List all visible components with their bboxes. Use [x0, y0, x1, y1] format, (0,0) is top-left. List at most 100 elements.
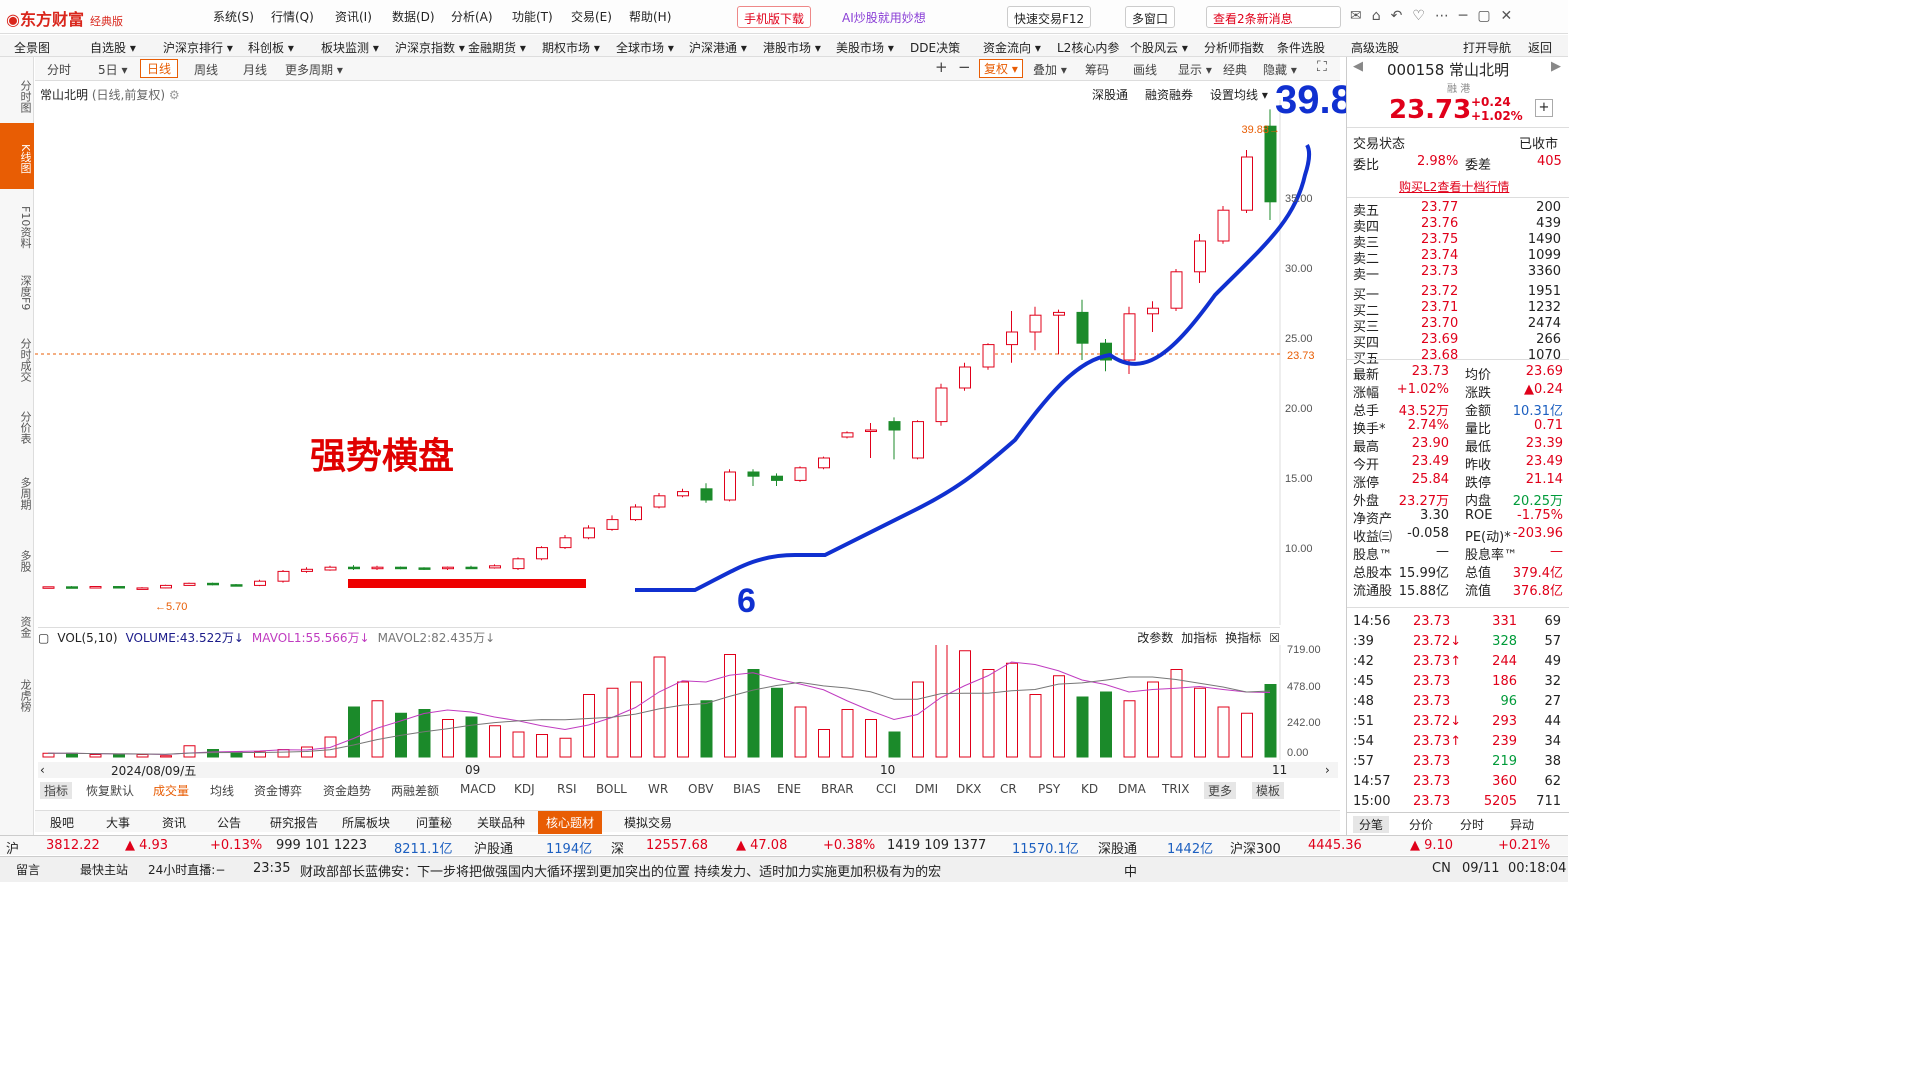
nav-hk[interactable]: 港股市场 ▾ [763, 39, 821, 56]
tab-multistock[interactable]: 多股 [0, 541, 34, 581]
period-5day[interactable]: 5日 ▾ [98, 61, 127, 78]
nav-back[interactable]: 返回 [1528, 39, 1552, 56]
nav-panorama[interactable]: 全景图 [14, 39, 50, 56]
period-weekly[interactable]: 周线 [194, 61, 218, 78]
info-tab[interactable]: 所属板块 [342, 814, 390, 831]
ind-tab[interactable]: 更多 [1204, 782, 1237, 799]
nav-watchlist[interactable]: 自选股 ▾ [90, 39, 136, 56]
live-label[interactable]: 24小时直播:− [148, 861, 225, 878]
scroll-left-icon[interactable]: ‹ [40, 763, 45, 777]
nav-futures[interactable]: 金融期货 ▾ [468, 39, 526, 56]
ind-tab[interactable]: 指标 [40, 782, 73, 799]
add-indicator-link[interactable]: 加指标 [1181, 629, 1217, 646]
next-stock-icon[interactable]: ▶ [1551, 59, 1561, 74]
nav-options[interactable]: 期权市场 ▾ [542, 39, 600, 56]
ind-tab[interactable]: 资金博弈 [254, 782, 302, 799]
right-tab[interactable]: 分时 [1460, 816, 1484, 833]
nav-screener[interactable]: 条件选股 [1277, 39, 1325, 56]
period-monthly[interactable]: 月线 [243, 61, 267, 78]
menu-function[interactable]: 功能(T) [512, 8, 553, 25]
right-tab[interactable]: 分笔 [1353, 816, 1390, 833]
ind-tab[interactable]: OBV [688, 782, 714, 796]
ime-indicator[interactable]: 中 [1124, 861, 1137, 880]
ind-tab[interactable]: 恢复默认 [86, 782, 134, 799]
menu-system[interactable]: 系统(S) [213, 8, 254, 25]
message-link[interactable]: 留言 [16, 861, 40, 878]
ind-tab[interactable]: CR [1000, 782, 1017, 796]
info-tab[interactable]: 研究报告 [270, 814, 318, 831]
info-tab-active[interactable]: 核心题材 [538, 811, 603, 834]
info-tab[interactable]: 大事 [106, 814, 130, 831]
prev-stock-icon[interactable]: ◀ [1353, 59, 1363, 74]
menu-quotes[interactable]: 行情(Q) [271, 8, 314, 25]
tab-multiperiod[interactable]: 多周期 [0, 465, 34, 521]
hide-dropdown[interactable]: 隐藏 ▾ [1263, 61, 1297, 78]
info-tab[interactable]: 模拟交易 [624, 814, 672, 831]
ind-tab[interactable]: ENE [777, 782, 801, 796]
ind-tab[interactable]: BIAS [733, 782, 761, 796]
info-tab[interactable]: 资讯 [162, 814, 186, 831]
server-label[interactable]: 最快主站 [80, 861, 128, 878]
tab-f10[interactable]: F10资料 [0, 197, 34, 257]
chips-button[interactable]: 筹码 [1085, 61, 1109, 78]
news-button[interactable]: 查看2条新消息 [1206, 6, 1341, 28]
tab-kline[interactable]: K线图 [0, 123, 34, 189]
ind-tab[interactable]: 两融差额 [391, 782, 439, 799]
volume-chart[interactable]: 719.00 478.00 242.00 0.00 [35, 645, 1340, 760]
hgt-label[interactable]: 沪股通 [474, 838, 513, 857]
sz-label[interactable]: 深 [611, 838, 624, 857]
zoom-in-button[interactable]: + [935, 58, 948, 76]
nav-flow[interactable]: 资金流向 ▾ [983, 39, 1041, 56]
nav-analyst[interactable]: 分析师指数 [1204, 39, 1264, 56]
nav-advanced[interactable]: 高级选股 [1351, 39, 1399, 56]
classic-button[interactable]: 经典 [1223, 61, 1247, 78]
menu-trade[interactable]: 交易(E) [571, 8, 612, 25]
sgt-label[interactable]: 深股通 [1098, 838, 1137, 857]
info-tab[interactable]: 股吧 [50, 814, 74, 831]
ind-tab[interactable]: BOLL [596, 782, 627, 796]
ind-tab[interactable]: 资金趋势 [323, 782, 371, 799]
display-dropdown[interactable]: 显示 ▾ [1178, 61, 1212, 78]
nav-us[interactable]: 美股市场 ▾ [836, 39, 894, 56]
restore-rights-dropdown[interactable]: 复权 ▾ [979, 59, 1023, 78]
close-icon[interactable]: ☒ [1269, 631, 1280, 645]
ind-tab[interactable]: 模板 [1252, 782, 1285, 799]
right-tab[interactable]: 分价 [1409, 816, 1433, 833]
hs300-label[interactable]: 沪深300 [1230, 838, 1281, 857]
ind-tab[interactable]: DMA [1118, 782, 1146, 796]
nav-global[interactable]: 全球市场 ▾ [616, 39, 674, 56]
fast-trade-button[interactable]: 快速交易F12 [1007, 6, 1092, 28]
nav-connect[interactable]: 沪深港通 ▾ [689, 39, 747, 56]
ind-tab[interactable]: RSI [557, 782, 577, 796]
l2-upsell-link[interactable]: 购买L2查看十档行情 [1399, 178, 1509, 195]
mobile-download-button[interactable]: 手机版下载 [737, 6, 812, 28]
ind-tab[interactable]: WR [648, 782, 668, 796]
zoom-out-button[interactable]: − [958, 58, 971, 76]
tab-price-table[interactable]: 分价表 [0, 399, 34, 455]
menu-analysis[interactable]: 分析(A) [451, 8, 493, 25]
period-more[interactable]: 更多周期 ▾ [285, 61, 343, 78]
tab-fund[interactable]: 资金 [0, 607, 34, 647]
ind-tab[interactable]: CCI [876, 782, 896, 796]
kline-chart[interactable]: 39.88→ ←5.70 35.00 30.00 25.00 20.00 15.… [35, 100, 1340, 625]
ind-tab[interactable]: 成交量 [153, 782, 189, 799]
nav-star[interactable]: 科创板 ▾ [248, 39, 294, 56]
ai-banner[interactable]: AI炒股就用妙想 [842, 9, 926, 26]
info-tab[interactable]: 公告 [217, 814, 241, 831]
change-indicator-link[interactable]: 换指标 [1225, 629, 1261, 646]
window-controls[interactable]: ✉⌂↶♡⋯─▢✕ [1350, 8, 1522, 24]
menu-info[interactable]: 资讯(I) [335, 8, 372, 25]
ind-tab[interactable]: KD [1081, 782, 1098, 796]
nav-stock-news[interactable]: 个股风云 ▾ [1130, 39, 1188, 56]
ind-tab[interactable]: PSY [1038, 782, 1060, 796]
draw-button[interactable]: 画线 [1133, 61, 1157, 78]
fullscreen-icon[interactable]: ⛶ [1317, 59, 1327, 75]
info-tab[interactable]: 问董秘 [416, 814, 452, 831]
ind-tab[interactable]: 均线 [210, 782, 234, 799]
scroll-right-icon[interactable]: › [1325, 763, 1330, 777]
multi-window-button[interactable]: 多窗口 [1125, 6, 1176, 28]
nav-sector[interactable]: 板块监测 ▾ [321, 39, 379, 56]
ind-tab[interactable]: MACD [460, 782, 496, 796]
menu-data[interactable]: 数据(D) [392, 8, 435, 25]
period-daily[interactable]: 日线 [140, 59, 179, 78]
